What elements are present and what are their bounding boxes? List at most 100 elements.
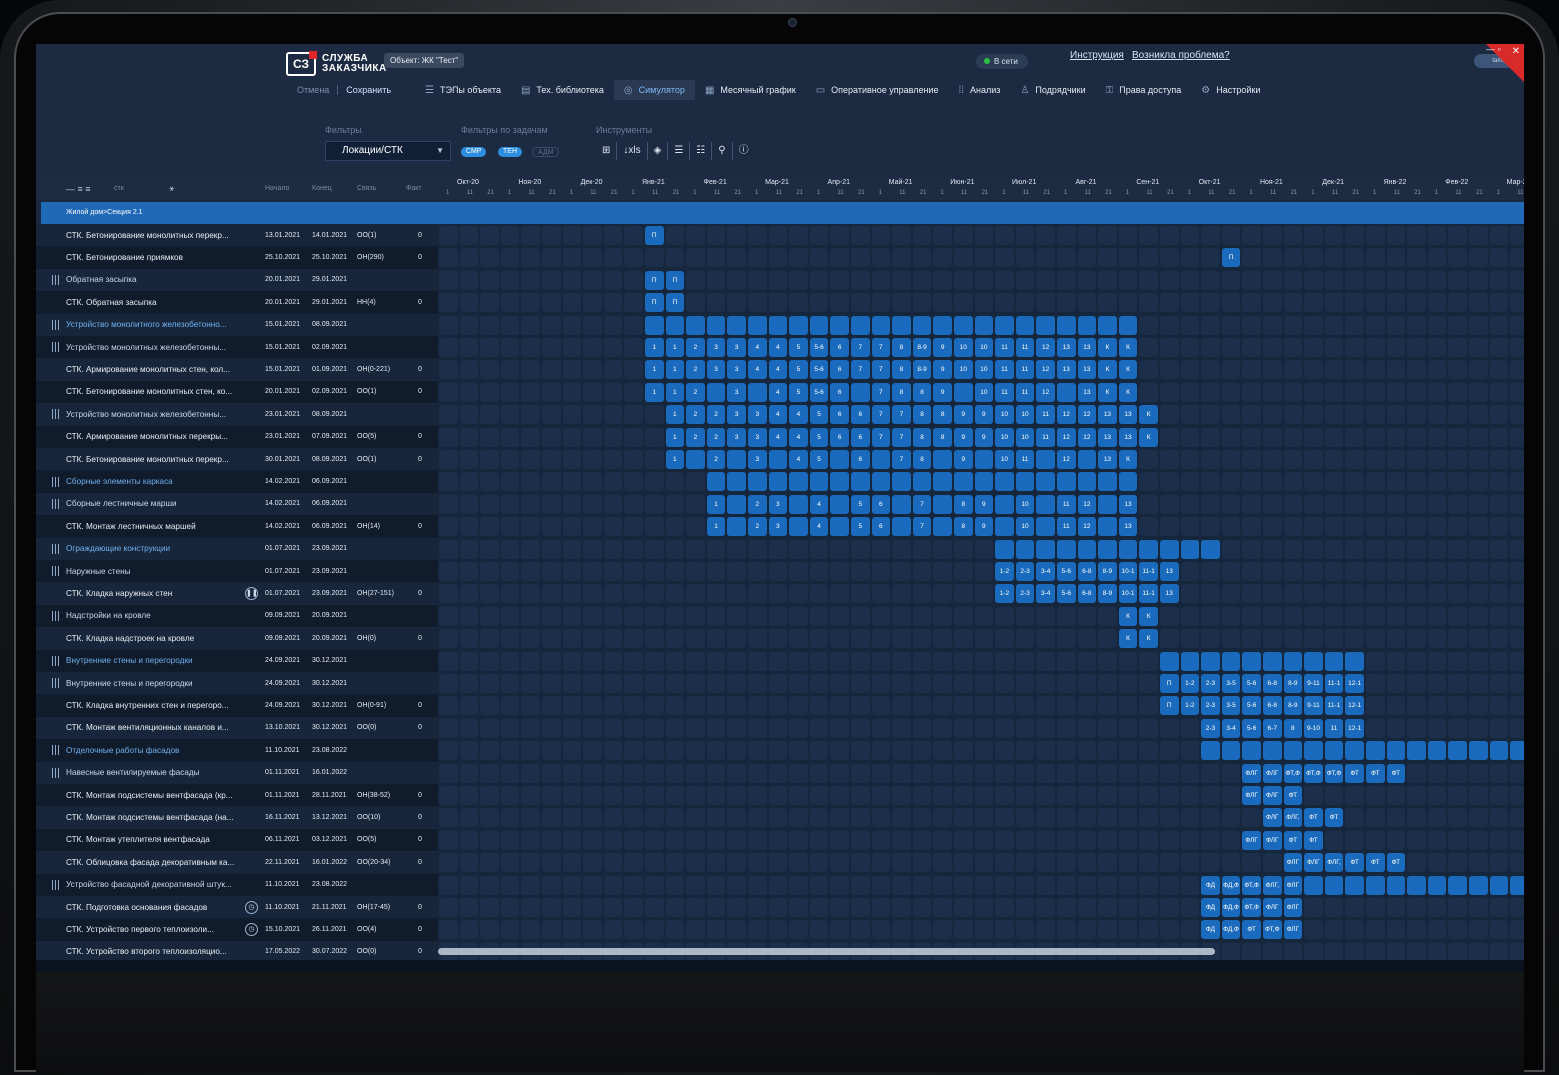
gantt-bar[interactable]: ФЛГ: [1242, 763, 1261, 783]
grid-cell[interactable]: [1221, 629, 1241, 649]
grid-cell[interactable]: [1304, 584, 1323, 604]
grid-cell[interactable]: [1427, 226, 1447, 245]
grid-cell[interactable]: [727, 853, 746, 873]
grid-cell[interactable]: [974, 270, 994, 290]
grid-cell[interactable]: [1427, 718, 1447, 738]
grid-cell[interactable]: [727, 539, 746, 559]
gantt-bar[interactable]: 8: [912, 450, 932, 469]
grid-cell[interactable]: [1180, 898, 1200, 917]
gantt-bar[interactable]: [706, 315, 726, 335]
gantt-bar[interactable]: 2: [706, 450, 726, 469]
grid-cell[interactable]: [1057, 674, 1076, 693]
grid-cell[interactable]: [439, 539, 458, 559]
grid-cell[interactable]: [995, 853, 1014, 873]
grid-cell[interactable]: [727, 696, 746, 716]
grid-cell[interactable]: [1242, 584, 1261, 604]
grid-cell[interactable]: [1015, 853, 1035, 873]
gantt-bar[interactable]: 13: [1077, 382, 1097, 402]
grid-cell[interactable]: [521, 651, 540, 671]
grid-cell[interactable]: [954, 248, 973, 268]
grid-cell[interactable]: [686, 606, 705, 626]
grid-cell[interactable]: [1448, 472, 1467, 492]
grid-cell[interactable]: [1489, 763, 1509, 783]
grid-cell[interactable]: [933, 786, 952, 805]
grid-cell[interactable]: [1077, 718, 1097, 738]
gantt-bar[interactable]: 9-11: [1304, 696, 1323, 716]
grid-cell[interactable]: [1015, 248, 1035, 268]
grid-cell[interactable]: [1386, 338, 1406, 357]
grid-cell[interactable]: [809, 853, 829, 873]
grid-cell[interactable]: [583, 539, 602, 559]
grid-cell[interactable]: [645, 517, 664, 537]
gantt-bar[interactable]: 12: [1077, 494, 1097, 514]
grid-cell[interactable]: [995, 606, 1014, 626]
grid-cell[interactable]: [789, 562, 808, 581]
grid-cell[interactable]: [521, 539, 540, 559]
grid-cell[interactable]: [686, 898, 705, 917]
grid-cell[interactable]: [459, 651, 479, 671]
gantt-bar[interactable]: 12: [1036, 338, 1055, 357]
grid-cell[interactable]: [439, 517, 458, 537]
grid-cell[interactable]: [500, 226, 520, 245]
grid-cell[interactable]: [851, 270, 870, 290]
grid-cell[interactable]: [1118, 674, 1138, 693]
grid-cell[interactable]: [851, 293, 870, 313]
grid-cell[interactable]: [500, 494, 520, 514]
grid-cell[interactable]: [954, 808, 973, 828]
grid-cell[interactable]: [521, 472, 540, 492]
gantt-bar[interactable]: ФТ: [1345, 763, 1364, 783]
grid-cell[interactable]: [603, 427, 623, 447]
grid-cell[interactable]: [480, 898, 499, 917]
grid-cell[interactable]: [562, 562, 582, 581]
grid-cell[interactable]: [912, 248, 932, 268]
gantt-bar[interactable]: 1: [706, 494, 726, 514]
gantt-bar[interactable]: 11: [1057, 517, 1076, 537]
gantt-bar[interactable]: 9: [954, 405, 973, 425]
gantt-bar[interactable]: ФЛГ: [1283, 898, 1303, 917]
grid-cell[interactable]: [603, 293, 623, 313]
grid-cell[interactable]: [583, 405, 602, 425]
gantt-bar[interactable]: 11: [1015, 360, 1035, 380]
grid-cell[interactable]: [1118, 741, 1138, 761]
gantt-bar[interactable]: [1242, 651, 1261, 671]
gantt-bar[interactable]: [830, 472, 849, 492]
gantt-bar[interactable]: [1324, 741, 1344, 761]
gantt-bar[interactable]: 4: [789, 427, 808, 447]
grid-cell[interactable]: [583, 741, 602, 761]
grid-cell[interactable]: [995, 875, 1014, 895]
grid-cell[interactable]: [748, 270, 767, 290]
grid-cell[interactable]: [1160, 226, 1179, 245]
gantt-bar[interactable]: [851, 315, 870, 335]
grid-cell[interactable]: [542, 674, 561, 693]
grid-cell[interactable]: [1015, 830, 1035, 850]
grid-cell[interactable]: [851, 226, 870, 245]
grid-cell[interactable]: [665, 606, 685, 626]
grid-cell[interactable]: [809, 741, 829, 761]
grid-cell[interactable]: [1489, 786, 1509, 805]
grid-cell[interactable]: [480, 450, 499, 469]
grid-cell[interactable]: [1366, 562, 1385, 581]
gantt-bar[interactable]: [1489, 741, 1509, 761]
grid-cell[interactable]: [1283, 270, 1303, 290]
gantt-bar[interactable]: [1098, 315, 1117, 335]
gantt-bar[interactable]: К: [1118, 382, 1138, 402]
gantt-bar[interactable]: 7: [912, 517, 932, 537]
grid-cell[interactable]: [1098, 920, 1117, 940]
grid-cell[interactable]: [521, 696, 540, 716]
grid-cell[interactable]: [583, 315, 602, 335]
menu-item-contractors[interactable]: ♙ Подрядчики: [1010, 80, 1095, 100]
grid-cell[interactable]: [1304, 360, 1323, 380]
grid-cell[interactable]: [500, 741, 520, 761]
grid-cell[interactable]: [892, 808, 911, 828]
gantt-bar[interactable]: ФЛГ: [1283, 875, 1303, 895]
grid-cell[interactable]: [748, 584, 767, 604]
grid-cell[interactable]: [1242, 270, 1261, 290]
grid-cell[interactable]: [439, 562, 458, 581]
grid-cell[interactable]: [1304, 248, 1323, 268]
grid-cell[interactable]: [1263, 942, 1282, 960]
grid-cell[interactable]: [789, 786, 808, 805]
grid-cell[interactable]: [851, 606, 870, 626]
gantt-bar[interactable]: 5: [789, 338, 808, 357]
grid-cell[interactable]: [830, 651, 849, 671]
grid-cell[interactable]: [851, 584, 870, 604]
